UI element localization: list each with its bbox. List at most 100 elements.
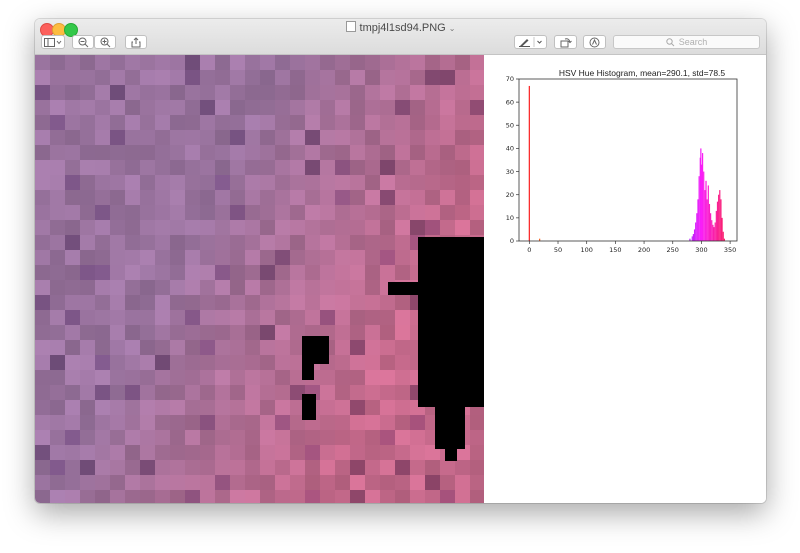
image-pixel-block — [425, 85, 440, 100]
search-field[interactable]: Search — [613, 35, 760, 49]
image-pixel-block — [305, 160, 320, 175]
image-pixel-block — [245, 70, 260, 85]
image-pixel-block — [155, 460, 170, 475]
image-pixel-block — [380, 175, 395, 190]
markup-toolbar-button[interactable] — [583, 35, 606, 49]
image-pixel-block — [335, 85, 350, 100]
image-pixel-block — [140, 235, 155, 250]
image-pixel-block — [200, 265, 215, 280]
image-pixel-block — [470, 70, 484, 85]
image-pixel-block — [95, 355, 110, 370]
image-pixel-block — [110, 385, 125, 400]
image-pixel-block — [320, 235, 335, 250]
image-pixel-block — [425, 190, 440, 205]
image-pixel-block — [80, 385, 95, 400]
image-pixel-block — [65, 280, 80, 295]
image-pixel-block — [380, 325, 395, 340]
image-pixel-block — [395, 55, 410, 70]
share-button[interactable] — [125, 35, 147, 49]
image-pixel-block — [320, 370, 335, 385]
image-pixel-block — [155, 190, 170, 205]
window-title[interactable]: tmpj4l1sd94.PNG ⌄ — [35, 21, 766, 34]
image-pixel-block — [65, 340, 80, 355]
image-pixel-block — [155, 250, 170, 265]
image-pixel-block — [260, 100, 275, 115]
image-pixel-block — [95, 340, 110, 355]
image-pixel-block — [275, 490, 290, 503]
image-pixel-block — [35, 355, 50, 370]
image-pixel-block — [440, 115, 455, 130]
image-pixel-block — [380, 400, 395, 415]
hue-bar — [701, 153, 704, 241]
image-pixel-block — [275, 235, 290, 250]
sidebar-toggle-button[interactable] — [41, 35, 65, 49]
image-pixel-block — [95, 160, 110, 175]
hue-bar — [698, 176, 700, 241]
image-pixel-block — [335, 100, 350, 115]
image-pixel-block — [125, 355, 140, 370]
image-pixel-block — [35, 400, 50, 415]
image-pixel-block — [215, 490, 230, 503]
image-pixel-block — [365, 265, 380, 280]
image-pixel-block — [305, 205, 320, 220]
image-pixel-block — [170, 220, 185, 235]
image-pixel-block — [110, 430, 125, 445]
hue-bar — [721, 217, 723, 241]
black-region — [302, 364, 314, 380]
image-pixel-block — [50, 100, 65, 115]
image-pixel-block — [320, 205, 335, 220]
image-pixel-block — [245, 190, 260, 205]
image-pixel-block — [380, 415, 395, 430]
image-pixel-block — [380, 85, 395, 100]
image-pixel-block — [425, 55, 440, 70]
image-pixel-block — [275, 220, 290, 235]
image-pixel-block — [305, 430, 320, 445]
image-pixel-block — [170, 145, 185, 160]
image-pixel-block — [110, 340, 125, 355]
image-pixel-block — [80, 130, 95, 145]
image-pixel-block — [95, 325, 110, 340]
image-pixel-block — [395, 100, 410, 115]
hue-bar — [704, 190, 706, 241]
image-pixel-block — [140, 220, 155, 235]
image-pixel-block — [470, 55, 484, 70]
image-pixel-block — [470, 490, 484, 503]
image-pixel-block — [230, 475, 245, 490]
image-pixel-block — [410, 205, 425, 220]
image-pixel-block — [335, 235, 350, 250]
rotate-button[interactable] — [554, 35, 577, 49]
image-pixel-block — [365, 460, 380, 475]
markup-pen-button[interactable] — [514, 35, 547, 49]
image-pixel-block — [410, 70, 425, 85]
image-pixel-block — [80, 295, 95, 310]
image-pixel-block — [305, 280, 320, 295]
image-pixel-block — [230, 400, 245, 415]
image-pixel-block — [290, 250, 305, 265]
image-pixel-block — [200, 445, 215, 460]
image-pixel-block — [410, 430, 425, 445]
image-pixel-block — [95, 235, 110, 250]
image-pixel-block — [155, 445, 170, 460]
image-pixel-block — [395, 400, 410, 415]
image-pixel-block — [110, 145, 125, 160]
image-pixel-block — [35, 85, 50, 100]
image-pixel-block — [260, 295, 275, 310]
hue-bar — [696, 213, 698, 241]
image-pixel-block — [125, 250, 140, 265]
image-pixel-block — [110, 55, 125, 70]
image-pixel-block — [185, 70, 200, 85]
zoom-out-button[interactable] — [72, 35, 94, 49]
image-pixel-block — [125, 310, 140, 325]
image-pixel-block — [425, 100, 440, 115]
zoom-in-button[interactable] — [94, 35, 116, 49]
image-pixel-block — [440, 100, 455, 115]
image-pixel-block — [200, 70, 215, 85]
image-pixel-block — [350, 475, 365, 490]
image-pixel-block — [65, 370, 80, 385]
image-pixel-block — [380, 385, 395, 400]
image-pixel-block — [350, 370, 365, 385]
image-pixel-block — [305, 220, 320, 235]
image-pixel-block — [110, 355, 125, 370]
image-pixel-block — [125, 130, 140, 145]
image-pixel-block — [305, 115, 320, 130]
